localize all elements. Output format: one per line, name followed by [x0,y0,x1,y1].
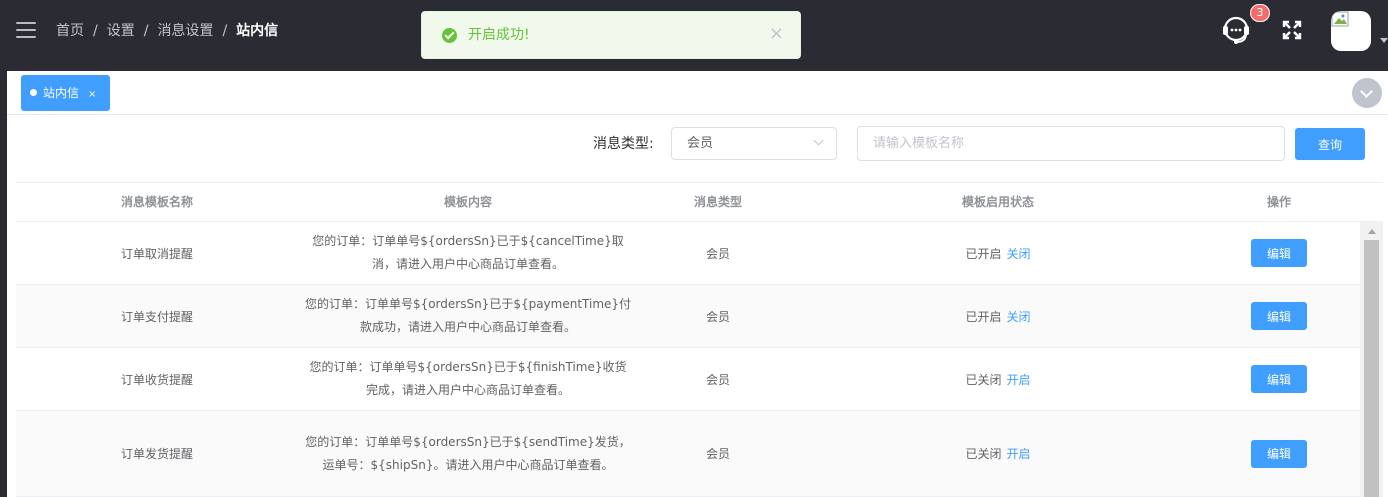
column-header: 模板启用状态 [961,195,1034,209]
tag-close-icon[interactable]: × [88,89,96,100]
edit-button[interactable]: 编辑 [1251,302,1307,330]
table-scrollbar[interactable] [1360,222,1383,497]
table-row: 订单支付提醒 您的订单：订单单号${ordersSn}已于${paymentTi… [16,285,1360,348]
broken-image-icon [1331,11,1349,27]
column-header: 消息类型 [693,195,742,209]
query-button[interactable]: 查询 [1295,128,1365,160]
breadcrumb-item-settings[interactable]: 设置 [107,23,135,39]
toggle-status-link[interactable]: 开启 [1007,371,1031,388]
message-type-value: 会员 [687,136,714,151]
tags-view-bar: 站内信 × [7,71,1388,115]
template-content-cell: 您的订单：订单单号${ordersSn}已于${finishTime}收货完成，… [309,360,627,397]
success-toast: 开启成功! × [421,11,801,59]
message-type-label: 消息类型: [593,136,654,152]
status-cell: 已关闭 开启 [798,348,1198,410]
main-panel: 站内信 × 消息类型: 会员 查询 消息模板名称 模板内容 消息类型 模板启用状态… [7,71,1388,497]
action-cell: 编辑 [1198,285,1360,347]
template-name-cell: 订单支付提醒 [120,309,193,324]
toggle-status-link[interactable]: 开启 [1007,445,1031,462]
toast-close-icon[interactable]: × [769,25,784,43]
edit-button[interactable]: 编辑 [1251,365,1307,393]
caret-down-icon[interactable] [1380,38,1388,43]
fullscreen-icon[interactable] [1282,20,1302,40]
edit-button[interactable]: 编辑 [1251,439,1307,468]
headset-icon[interactable] [1219,14,1253,46]
table-row: 订单取消提醒 您的订单：订单单号${ordersSn}已于${cancelTim… [16,222,1360,285]
status-text: 已关闭 [965,372,1002,387]
column-header: 操作 [1266,195,1291,209]
column-header: 消息模板名称 [120,195,193,209]
template-content-cell: 您的订单：订单单号${ordersSn}已于${cancelTime}取消，请进… [312,234,624,271]
action-cell: 编辑 [1198,348,1360,410]
check-circle-icon [442,28,457,43]
scroll-up-arrow-icon[interactable] [1368,229,1376,234]
table-row: 订单收货提醒 您的订单：订单单号${ordersSn}已于${finishTim… [16,348,1360,411]
message-type-cell: 会员 [705,309,730,324]
breadcrumb-separator: / [143,23,149,39]
status-cell: 已开启 关闭 [798,285,1198,347]
breadcrumb-separator: / [222,23,228,39]
status-text: 已开启 [965,309,1002,324]
hamburger-icon[interactable] [16,22,36,38]
breadcrumb: 首页 / 设置 / 消息设置 / 站内信 [56,22,278,40]
status-text: 已关闭 [965,447,1002,461]
template-content-cell: 您的订单：订单单号${ordersSn}已于${sendTime}发货，运单号：… [305,434,631,472]
chevron-down-icon[interactable] [1352,78,1382,108]
status-cell: 已开启 关闭 [798,222,1198,284]
toast-message: 开启成功! [468,27,530,43]
template-name-cell: 订单收货提醒 [120,372,193,387]
template-name-cell: 订单取消提醒 [120,246,193,261]
template-name-input[interactable] [857,126,1285,161]
action-cell: 编辑 [1198,411,1360,496]
top-header: 首页 / 设置 / 消息设置 / 站内信 开启成功! × 3 [0,0,1388,62]
breadcrumb-item-home[interactable]: 首页 [56,23,84,39]
action-cell: 编辑 [1198,222,1360,284]
message-type-cell: 会员 [705,372,730,387]
chevron-down-icon [813,135,824,146]
table-body: 订单取消提醒 您的订单：订单单号${ordersSn}已于${cancelTim… [16,222,1360,497]
status-cell: 已关闭 开启 [798,411,1198,496]
toggle-status-link[interactable]: 关闭 [1007,308,1031,325]
message-type-select[interactable]: 会员 [671,127,837,160]
breadcrumb-separator: / [93,23,98,39]
status-text: 已开启 [965,246,1002,261]
notification-badge: 3 [1250,4,1270,22]
breadcrumb-item-current: 站内信 [236,23,279,39]
message-type-cell: 会员 [705,246,730,261]
template-name-cell: 订单发货提醒 [120,447,193,461]
user-avatar[interactable] [1331,11,1371,51]
template-content-cell: 您的订单：订单单号${ordersSn}已于${paymentTime}付款成功… [304,297,632,334]
table-row: 订单发货提醒 您的订单：订单单号${ordersSn}已于${sendTime}… [16,411,1360,497]
scrollbar-thumb[interactable] [1364,240,1379,497]
tag-dot-icon [30,89,37,96]
tag-label: 站内信 [43,86,80,100]
edit-button[interactable]: 编辑 [1251,239,1307,267]
table-header: 消息模板名称 模板内容 消息类型 模板启用状态 操作 [16,182,1383,222]
tag-active[interactable]: 站内信 × [21,75,111,111]
message-type-cell: 会员 [705,447,730,461]
breadcrumb-item-message-settings[interactable]: 消息设置 [157,23,213,39]
column-header: 模板内容 [443,195,492,209]
toggle-status-link[interactable]: 关闭 [1007,245,1031,262]
